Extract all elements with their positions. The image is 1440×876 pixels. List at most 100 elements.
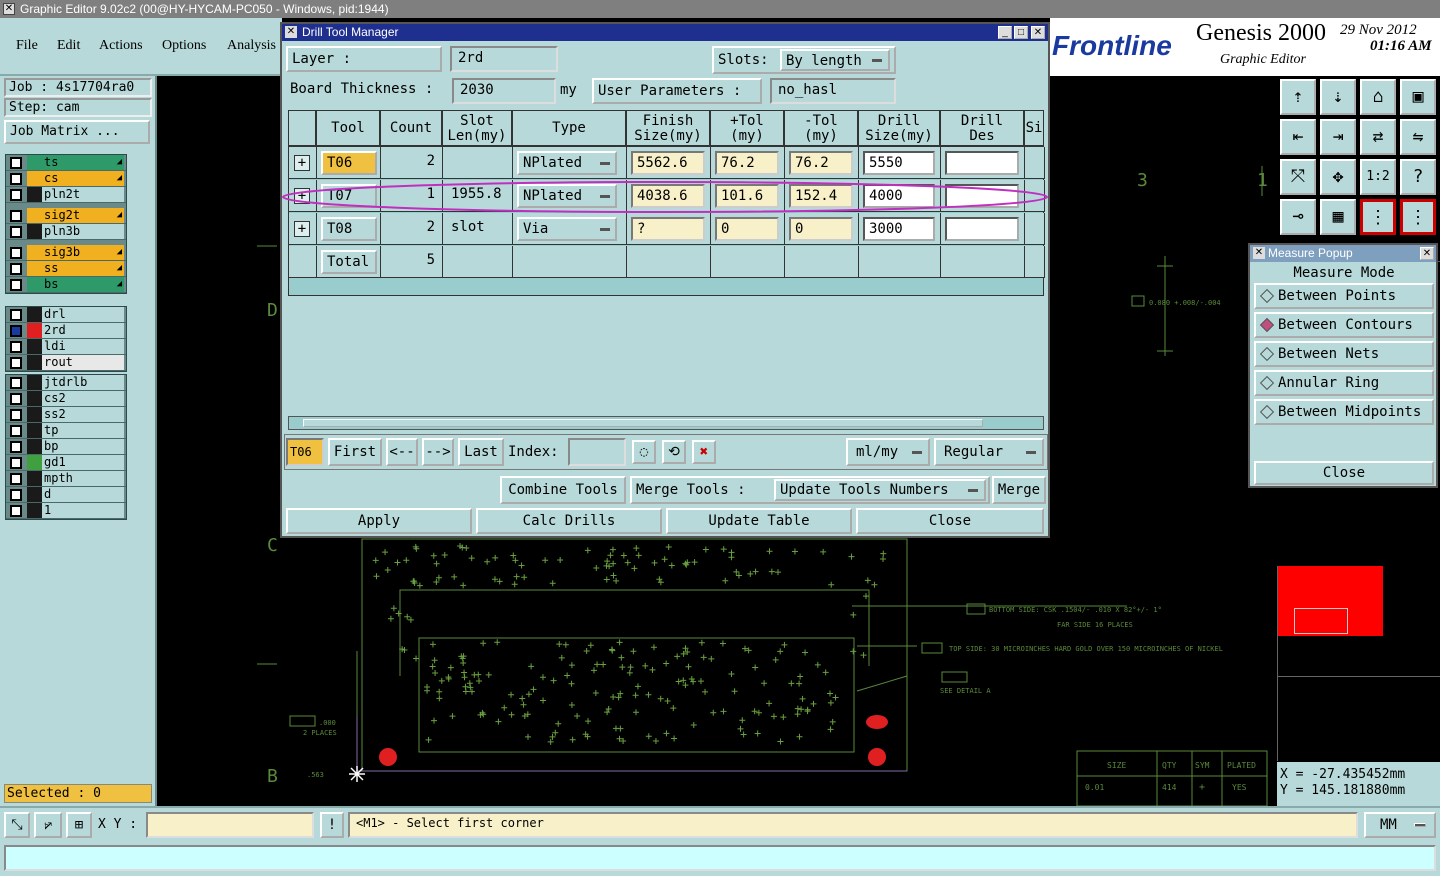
- layer-name[interactable]: ldi: [42, 339, 124, 354]
- layer-checkbox[interactable]: [10, 377, 22, 389]
- layer-name[interactable]: cs: [42, 171, 124, 186]
- layer-name[interactable]: jtdrlb: [42, 375, 124, 390]
- close-icon[interactable]: ✕: [1420, 247, 1434, 260]
- measure-close-button[interactable]: Close: [1254, 461, 1434, 485]
- layer-name[interactable]: pln3b: [42, 224, 124, 239]
- window-split-icon[interactable]: ▣: [1400, 79, 1436, 115]
- layer-row[interactable]: pln2t: [6, 187, 126, 203]
- layer-name[interactable]: cs2: [42, 391, 124, 406]
- layer-checkbox[interactable]: [10, 425, 22, 437]
- home-down-icon[interactable]: ⇣: [1320, 79, 1356, 115]
- layer-row[interactable]: cs ◢: [6, 171, 126, 187]
- zoom-box-icon[interactable]: ⤡: [4, 812, 30, 838]
- help-icon[interactable]: ?: [1400, 159, 1436, 195]
- measure-option-between-points[interactable]: Between Points: [1254, 283, 1434, 309]
- layer-checkbox[interactable]: [10, 247, 22, 259]
- layer-name[interactable]: ss2: [42, 407, 124, 422]
- layer-checkbox[interactable]: [10, 441, 22, 453]
- scale-1-2-icon[interactable]: 1:2: [1360, 159, 1396, 195]
- layer-name[interactable]: sig2t: [42, 208, 124, 223]
- layer-name[interactable]: 2rd: [42, 323, 124, 338]
- layer-row[interactable]: bs ◢: [6, 277, 126, 293]
- layer-checkbox[interactable]: [10, 210, 22, 222]
- xy-input[interactable]: [146, 812, 314, 838]
- layer-name[interactable]: tp: [42, 423, 124, 438]
- layer-checkbox[interactable]: [10, 189, 22, 201]
- layer-row[interactable]: 1: [6, 503, 126, 519]
- layer-checkbox[interactable]: [10, 357, 22, 369]
- units-dropdown[interactable]: MM: [1364, 812, 1436, 838]
- menu-file[interactable]: File: [16, 38, 38, 54]
- layer-checkbox[interactable]: [10, 393, 22, 405]
- snap-icon[interactable]: ⦬: [34, 812, 62, 838]
- layer-name[interactable]: ts: [42, 155, 124, 170]
- grid-icon[interactable]: ▦: [1320, 199, 1356, 235]
- layer-row[interactable]: 2rd: [6, 323, 126, 339]
- layer-row[interactable]: sig2t ◢: [6, 208, 126, 224]
- job-matrix-button[interactable]: Job Matrix ...: [4, 120, 150, 144]
- house-icon[interactable]: ⌂: [1360, 79, 1396, 115]
- layer-checkbox[interactable]: [10, 473, 22, 485]
- layer-row[interactable]: ts ◢: [6, 155, 126, 171]
- layer-row[interactable]: d: [6, 487, 126, 503]
- layer-checkbox[interactable]: [10, 341, 22, 353]
- measure-option-between-contours[interactable]: Between Contours: [1254, 312, 1434, 338]
- layer-row[interactable]: jtdrlb: [6, 375, 126, 391]
- net-red-icon[interactable]: ⋮: [1360, 199, 1396, 235]
- layer-row[interactable]: gd1: [6, 455, 126, 471]
- menu-analysis[interactable]: Analysis: [227, 38, 276, 54]
- layer-checkbox[interactable]: [10, 173, 22, 185]
- minimap-viewport[interactable]: [1294, 608, 1348, 634]
- layer-row[interactable]: cs2: [6, 391, 126, 407]
- layer-name[interactable]: bs: [42, 277, 124, 292]
- layer-checkbox[interactable]: [10, 279, 22, 291]
- layer-name[interactable]: sig3b: [42, 245, 124, 260]
- menu-actions[interactable]: Actions: [99, 38, 143, 54]
- layer-row[interactable]: drl: [6, 307, 126, 323]
- layer-checkbox[interactable]: [10, 409, 22, 421]
- pan-right-icon[interactable]: ⇥: [1320, 119, 1356, 155]
- layer-row[interactable]: sig3b ◢: [6, 245, 126, 261]
- zoom-fit-icon[interactable]: ⤧: [1280, 159, 1316, 195]
- measure-ruler-icon[interactable]: ⊸: [1280, 199, 1316, 235]
- measure-option-annular-ring[interactable]: Annular Ring: [1254, 370, 1434, 396]
- swap-icon[interactable]: ⇋: [1400, 119, 1436, 155]
- zoom-center-icon[interactable]: ✥: [1320, 159, 1356, 195]
- layer-name[interactable]: mpth: [42, 471, 124, 486]
- layer-name[interactable]: ss: [42, 261, 124, 276]
- layer-row[interactable]: rout: [6, 355, 126, 371]
- layer-checkbox[interactable]: [10, 157, 22, 169]
- menu-options[interactable]: Options: [162, 38, 206, 54]
- info-icon[interactable]: !: [320, 812, 344, 838]
- pan-left-icon[interactable]: ⇤: [1280, 119, 1316, 155]
- grid-snap-icon[interactable]: ⊞: [66, 812, 92, 838]
- layer-name[interactable]: gd1: [42, 455, 124, 470]
- net-analysis-icon[interactable]: ⋮: [1400, 199, 1436, 235]
- measure-option-between-midpoints[interactable]: Between Midpoints: [1254, 399, 1434, 425]
- layer-checkbox[interactable]: [10, 325, 22, 337]
- menu-edit[interactable]: Edit: [57, 38, 80, 54]
- layer-row[interactable]: pln3b: [6, 224, 126, 240]
- layer-checkbox[interactable]: [10, 309, 22, 321]
- command-field[interactable]: [4, 845, 1436, 871]
- home-up-icon[interactable]: ⇡: [1280, 79, 1316, 115]
- layer-checkbox[interactable]: [10, 489, 22, 501]
- layer-row[interactable]: ss2: [6, 407, 126, 423]
- measure-option-between-nets[interactable]: Between Nets: [1254, 341, 1434, 367]
- layer-checkbox[interactable]: [10, 505, 22, 517]
- layer-row[interactable]: tp: [6, 423, 126, 439]
- layer-name[interactable]: 1: [42, 503, 124, 518]
- layer-row[interactable]: ldi: [6, 339, 126, 355]
- layer-name[interactable]: bp: [42, 439, 124, 454]
- layer-row[interactable]: mpth: [6, 471, 126, 487]
- layer-name[interactable]: d: [42, 487, 124, 502]
- mirror-icon[interactable]: ⇄: [1360, 119, 1396, 155]
- layer-checkbox[interactable]: [10, 263, 22, 275]
- layer-checkbox[interactable]: [10, 226, 22, 238]
- layer-checkbox[interactable]: [10, 457, 22, 469]
- layer-row[interactable]: ss ◢: [6, 261, 126, 277]
- layer-name[interactable]: rout: [42, 355, 124, 370]
- layer-name[interactable]: pln2t: [42, 187, 124, 202]
- layer-name[interactable]: drl: [42, 307, 124, 322]
- layer-row[interactable]: bp: [6, 439, 126, 455]
